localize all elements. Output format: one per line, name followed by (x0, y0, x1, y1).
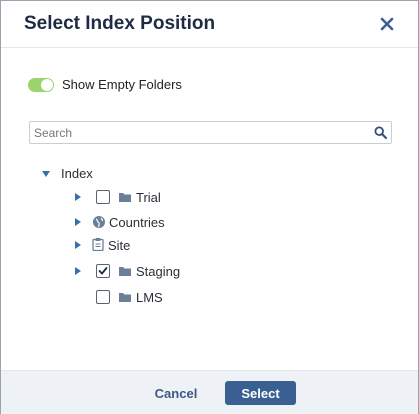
tree-node-lms[interactable]: LMS (73, 287, 173, 307)
folder-icon (119, 193, 131, 202)
tree-node-label: LMS (136, 290, 163, 305)
dialog-title: Select Index Position (24, 13, 216, 34)
caret-right-icon[interactable] (73, 240, 83, 250)
folder-icon (119, 267, 131, 276)
checkmark-icon (98, 267, 108, 275)
tree-node-countries[interactable]: Countries (73, 212, 183, 232)
clipboard-icon (92, 238, 104, 251)
tree-node-site[interactable]: Site (73, 235, 153, 255)
caret-right-icon[interactable] (73, 266, 83, 276)
select-index-dialog: Select Index Position Show Empty Folders… (0, 0, 419, 414)
globe-icon (93, 216, 105, 228)
caret-right-icon[interactable] (73, 192, 83, 202)
tree-node-staging[interactable]: Staging (73, 261, 183, 281)
tree-node-checkbox[interactable] (96, 290, 110, 304)
caret-down-icon[interactable] (41, 169, 51, 179)
caret-right-icon[interactable] (73, 217, 83, 227)
dialog-footer: Cancel Select (1, 370, 418, 414)
search-box (29, 121, 392, 144)
tree-node-checkbox-checked[interactable] (96, 264, 110, 278)
tree-node-label: Trial (136, 190, 161, 205)
tree-node-trial[interactable]: Trial (73, 187, 173, 207)
search-icon[interactable] (374, 126, 387, 139)
tree-node-checkbox[interactable] (96, 190, 110, 204)
folder-icon (119, 293, 131, 302)
dialog-header: Select Index Position (1, 1, 418, 48)
tree-node-label: Index (61, 166, 93, 181)
show-empty-folders-label: Show Empty Folders (62, 77, 182, 92)
search-input[interactable] (34, 124, 364, 141)
tree-node-label: Staging (136, 264, 181, 279)
cancel-button[interactable]: Cancel (153, 383, 199, 403)
tree-node-label: Countries (109, 215, 165, 230)
show-empty-folders-toggle[interactable] (28, 78, 54, 92)
tree-node-index[interactable]: Index (39, 164, 119, 184)
tree-node-label: Site (108, 238, 131, 253)
close-icon[interactable] (378, 15, 396, 33)
select-button[interactable]: Select (225, 381, 296, 405)
